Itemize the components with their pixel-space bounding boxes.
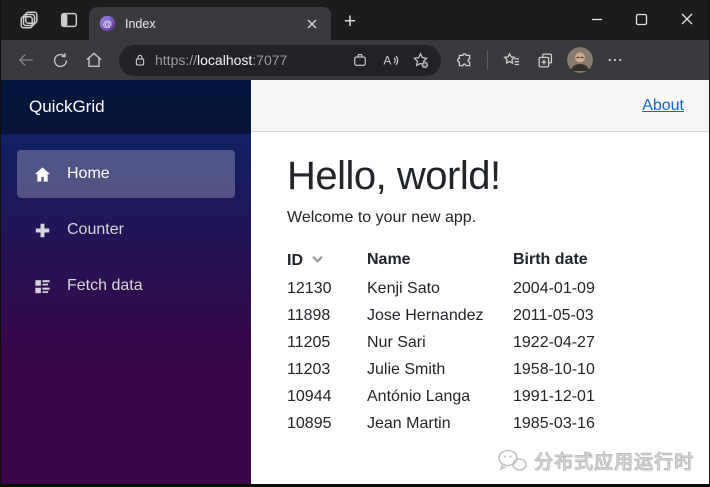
cell-birthdate: 1991-12-01 (513, 387, 595, 405)
cell-id: 12130 (287, 279, 332, 297)
top-row: About (251, 80, 709, 132)
home-button[interactable] (77, 44, 111, 76)
cell-birthdate: 1958-10-10 (513, 360, 595, 378)
column-header-name[interactable]: Name (367, 245, 513, 275)
table-row: 11898 Jose Hernandez 2011-05-03 (287, 302, 643, 329)
cell-id: 10895 (287, 414, 332, 432)
browser-toolbar: https://localhost:7077 A (1, 40, 709, 80)
content: Hello, world! Welcome to your new app. I… (251, 132, 709, 459)
split-screen-icon[interactable] (345, 46, 375, 74)
cell-birthdate: 1922-04-27 (513, 333, 595, 351)
cell-name: Nur Sari (367, 333, 426, 351)
url-port: :7077 (252, 52, 288, 68)
home-icon (31, 163, 53, 185)
minimize-button[interactable] (574, 0, 619, 38)
column-header-birthdate[interactable]: Birth date (513, 245, 643, 275)
url-text: https://localhost:7077 (155, 52, 345, 68)
cell-id: 11898 (287, 306, 331, 324)
table-row: 10895 Jean Martin 1985-03-16 (287, 410, 643, 437)
cell-id: 11205 (287, 333, 331, 351)
profile-avatar[interactable] (567, 47, 593, 73)
sidebar-item-home[interactable]: Home (17, 150, 235, 198)
cell-birthdate: 2011-05-03 (513, 306, 594, 324)
maximize-button[interactable] (619, 0, 664, 38)
plus-icon (31, 219, 53, 241)
sidebar: QuickGrid Home Counter Fetch data (1, 80, 251, 484)
app-brand[interactable]: QuickGrid (1, 80, 251, 134)
sidebar-item-fetch-data[interactable]: Fetch data (17, 262, 235, 310)
cell-name: Julie Smith (367, 360, 446, 378)
main-area: About Hello, world! Welcome to your new … (251, 80, 709, 484)
cell-birthdate: 1985-03-16 (513, 414, 595, 432)
table-row: 12130 Kenji Sato 2004-01-09 (287, 275, 643, 302)
app-brand-label: QuickGrid (29, 97, 105, 116)
settings-menu-icon[interactable] (598, 44, 632, 76)
tab-strip: @ Index + (1, 0, 709, 40)
sort-descending-icon (311, 251, 324, 269)
tab-title: Index (125, 16, 156, 31)
tab-actions-menu-icon[interactable] (57, 8, 81, 32)
svg-text:@: @ (103, 19, 113, 29)
add-favorites-icon[interactable] (405, 46, 435, 74)
page-body: QuickGrid Home Counter Fetch data About … (1, 80, 709, 484)
workspaces-icon[interactable] (17, 8, 41, 32)
back-button[interactable] (9, 44, 43, 76)
svg-text:A: A (383, 53, 391, 67)
table-row: 10944 António Langa 1991-12-01 (287, 383, 643, 410)
page-subtitle: Welcome to your new app. (287, 209, 477, 226)
browser-tab-index[interactable]: @ Index (89, 7, 331, 40)
cell-name: Kenji Sato (367, 279, 440, 297)
blazor-favicon-icon: @ (99, 15, 116, 32)
cell-name: António Langa (367, 387, 471, 405)
cell-name: Jose Hernandez (367, 306, 484, 324)
tab-close-icon[interactable] (303, 15, 321, 33)
sidebar-item-label: Home (67, 165, 110, 182)
sidebar-item-label: Fetch data (67, 277, 143, 294)
read-aloud-icon[interactable]: A (375, 46, 405, 74)
refresh-button[interactable] (43, 44, 77, 76)
cell-id: 10944 (287, 387, 332, 405)
address-bar[interactable]: https://localhost:7077 A (119, 44, 441, 76)
sidebar-item-label: Counter (67, 221, 124, 238)
window-controls (574, 0, 709, 40)
new-tab-button[interactable]: + (337, 10, 363, 36)
cell-id: 11203 (287, 360, 331, 378)
url-scheme: https:// (155, 52, 198, 68)
nav-menu: Home Counter Fetch data (1, 134, 251, 310)
page-title: Hello, world! (287, 154, 501, 198)
column-header-id[interactable]: ID (287, 245, 367, 275)
table-row: 11205 Nur Sari 1922-04-27 (287, 329, 643, 356)
cell-name: Jean Martin (367, 414, 451, 432)
browser-window: @ Index + https://localhost:7077 A Quick… (0, 0, 710, 487)
list-icon (31, 275, 53, 297)
table-row: 11203 Julie Smith 1958-10-10 (287, 356, 643, 383)
extensions-icon[interactable] (447, 44, 481, 76)
lock-icon[interactable] (129, 49, 151, 71)
about-link[interactable]: About (642, 97, 684, 115)
close-window-button[interactable] (664, 0, 709, 38)
collections-icon[interactable] (528, 44, 562, 76)
data-grid: ID Name Birth date 12130 Kenji Sato 2004… (287, 245, 643, 437)
sidebar-item-counter[interactable]: Counter (17, 206, 235, 254)
toolbar-divider (487, 50, 488, 70)
cell-birthdate: 2004-01-09 (513, 279, 595, 297)
favorites-icon[interactable] (494, 44, 528, 76)
url-host: localhost (197, 52, 253, 68)
